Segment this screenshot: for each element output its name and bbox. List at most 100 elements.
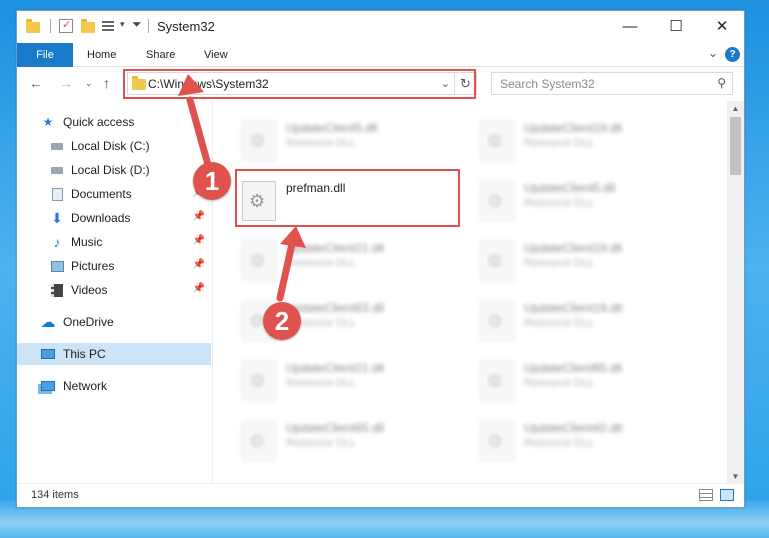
- pin-icon[interactable]: 📌: [193, 211, 205, 222]
- star-icon: ★: [42, 115, 54, 129]
- file-name: UpdateClient65.dll: [286, 421, 385, 435]
- file-item[interactable]: UpdateClient42.dll Resource DLL: [476, 415, 706, 471]
- drive-icon: [50, 139, 64, 153]
- tab-share[interactable]: Share: [146, 43, 175, 67]
- sidebar-item-label: OneDrive: [63, 315, 114, 329]
- file-type: Resource DLL: [524, 197, 595, 209]
- back-arrow-icon[interactable]: ←: [29, 75, 43, 91]
- pin-icon[interactable]: 📌: [193, 259, 205, 270]
- tab-file[interactable]: File: [17, 43, 73, 67]
- title-separator-2: [148, 19, 149, 33]
- minimize-button[interactable]: —: [607, 11, 653, 41]
- sidebar-item-pictures[interactable]: Pictures 📌: [17, 255, 211, 277]
- file-item[interactable]: UpdateClient65.dll Resource DLL: [238, 415, 468, 471]
- dll-file-icon: [242, 121, 276, 161]
- sidebar-item-label: Quick access: [63, 115, 135, 129]
- sidebar-item-label: Pictures: [71, 259, 115, 273]
- dll-file-icon: [480, 361, 514, 401]
- close-button[interactable]: ✕: [699, 11, 744, 41]
- navigation-pane: ★ Quick access Local Disk (C:) Local Dis…: [17, 101, 213, 483]
- file-name: UpdateClient5.dll: [524, 181, 616, 195]
- properties-icon[interactable]: ✓: [59, 19, 73, 33]
- forward-arrow-icon[interactable]: →: [59, 75, 73, 91]
- title-bar: ✓ ▾ ⏷ System32 — ☐ ✕: [17, 11, 744, 43]
- sidebar-item-label: Network: [63, 379, 108, 393]
- file-item[interactable]: UpdateClient21.dll Resource DLL: [238, 355, 468, 411]
- sidebar-item-videos[interactable]: Videos 📌: [17, 279, 211, 301]
- new-folder-icon[interactable]: [81, 18, 95, 36]
- dll-file-icon: [480, 421, 514, 461]
- scroll-up-icon[interactable]: ▲: [727, 101, 744, 115]
- search-input[interactable]: Search System32 ⚲: [491, 72, 733, 95]
- tab-view[interactable]: View: [204, 43, 228, 67]
- file-item[interactable]: UpdateClient5.dll Resource DLL: [476, 175, 706, 231]
- recent-locations-icon[interactable]: ⌄: [85, 78, 93, 89]
- sidebar-item-label: Documents: [71, 187, 132, 201]
- up-arrow-icon[interactable]: ↑: [103, 75, 110, 91]
- sidebar-item-label: Local Disk (D:): [71, 163, 150, 177]
- maximize-button[interactable]: ☐: [653, 11, 699, 41]
- dll-file-icon: [242, 241, 276, 281]
- sidebar-item-music[interactable]: ♪ Music 📌: [17, 231, 211, 253]
- file-type: Resource DLL: [524, 437, 595, 449]
- details-view-icon[interactable]: [699, 489, 713, 501]
- address-highlight-box: [123, 69, 476, 99]
- scroll-thumb[interactable]: [730, 117, 741, 175]
- pin-icon[interactable]: 📌: [193, 235, 205, 246]
- sidebar-item-label: Local Disk (C:): [71, 139, 150, 153]
- file-item[interactable]: UpdateClient21.dll Resource DLL: [238, 235, 468, 291]
- sidebar-item-local-disk-d[interactable]: Local Disk (D:): [17, 159, 211, 181]
- tab-home[interactable]: Home: [87, 43, 116, 67]
- customize-toolbar-icon[interactable]: [102, 19, 116, 37]
- download-arrow-icon: ⬇: [51, 209, 63, 226]
- dll-file-icon: [480, 121, 514, 161]
- file-name: UpdateClient65.dll: [524, 361, 623, 375]
- help-icon[interactable]: ?: [725, 47, 740, 62]
- step-1-badge: 1: [193, 162, 231, 200]
- large-icons-view-icon[interactable]: [720, 489, 734, 501]
- file-list: UpdateClient5.dll Resource DLL prefman.d…: [214, 101, 728, 483]
- file-name: UpdateClient19.dll: [524, 301, 623, 315]
- chevron-down-icon[interactable]: ▾: [120, 19, 125, 37]
- search-icon[interactable]: ⚲: [717, 76, 726, 90]
- dll-file-icon: [480, 301, 514, 341]
- expand-ribbon-icon[interactable]: ⌄: [708, 46, 718, 60]
- sidebar-item-onedrive[interactable]: ☁ OneDrive: [17, 311, 211, 333]
- scroll-down-icon[interactable]: ▼: [727, 469, 744, 483]
- network-icon: [41, 379, 55, 393]
- file-item[interactable]: UpdateClient5.dll Resource DLL: [238, 115, 468, 171]
- highlight-box: [235, 169, 460, 227]
- drive-icon: [50, 163, 64, 177]
- file-name: UpdateClient19.dll: [524, 241, 623, 255]
- sidebar-item-downloads[interactable]: ⬇ Downloads 📌: [17, 207, 211, 229]
- music-note-icon: ♪: [53, 234, 61, 250]
- sidebar-item-quick-access[interactable]: ★ Quick access: [17, 111, 211, 133]
- sidebar-item-label: This PC: [63, 347, 106, 361]
- file-item[interactable]: UpdateClient19.dll Resource DLL: [476, 235, 706, 291]
- sidebar-item-this-pc[interactable]: This PC: [17, 343, 211, 365]
- ribbon-tabs: File Home Share View ⌄ ?: [17, 43, 744, 67]
- videos-icon: [50, 283, 64, 297]
- sidebar-item-label: Downloads: [71, 211, 131, 225]
- pin-icon[interactable]: 📌: [193, 283, 205, 294]
- file-name: UpdateClient19.dll: [524, 121, 623, 135]
- dll-file-icon: [480, 241, 514, 281]
- sidebar-item-local-disk-c[interactable]: Local Disk (C:): [17, 135, 211, 157]
- file-type: Resource DLL: [524, 377, 595, 389]
- computer-icon: [41, 347, 55, 361]
- file-type: Resource DLL: [286, 437, 357, 449]
- sidebar-item-documents[interactable]: Documents 📌: [17, 183, 211, 205]
- file-item[interactable]: UpdateClient19.dll Resource DLL: [476, 295, 706, 351]
- dll-file-icon: [242, 421, 276, 461]
- search-placeholder: Search System32: [500, 77, 595, 91]
- file-item[interactable]: UpdateClient19.dll Resource DLL: [476, 115, 706, 171]
- file-type: Resource DLL: [524, 257, 595, 269]
- sidebar-item-network[interactable]: Network: [17, 375, 211, 397]
- file-item[interactable]: UpdateClient65.dll Resource DLL: [476, 355, 706, 411]
- step-2-badge: 2: [263, 302, 301, 340]
- folder-icon: [26, 18, 40, 36]
- file-name: UpdateClient42.dll: [524, 421, 623, 435]
- file-name: UpdateClient63.dll: [286, 301, 385, 315]
- quick-access-dropdown-icon[interactable]: ⏷: [132, 17, 142, 35]
- vertical-scrollbar[interactable]: ▲ ▼: [727, 101, 744, 483]
